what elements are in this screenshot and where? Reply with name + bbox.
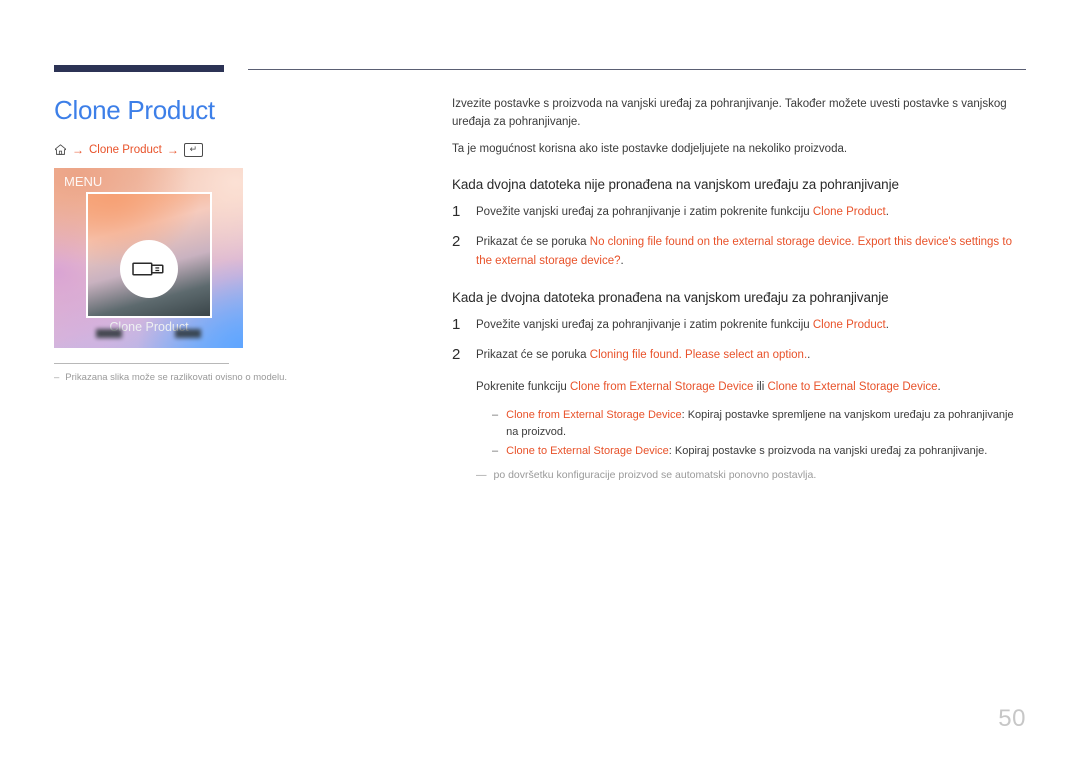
section-1-step-1: 1 Povežite vanjski uređaj za pohranjivan…: [452, 203, 1028, 222]
tail-note-dash: —: [476, 468, 487, 481]
page-title: Clone Product: [54, 95, 215, 125]
page-number: 50: [998, 705, 1026, 732]
step-text: Prikazat će se poruka Cloning file found…: [476, 346, 1028, 483]
thumbnail-stand-right: [175, 328, 201, 338]
sub-highlight-clone-from: Clone from External Storage Device: [569, 381, 754, 394]
section-1-heading: Kada dvojna datoteka nije pronađena na v…: [452, 177, 899, 193]
tail-note-text: po dovršetku konfiguracije proizvod se a…: [493, 468, 817, 481]
product-screen-thumbnail: MENU Clone Product: [54, 167, 243, 348]
left-column: Clone Product → Clone Product → ↵ MENU C: [54, 96, 414, 384]
usb-drive-icon: [120, 239, 178, 298]
sub-middle: ili: [753, 381, 768, 394]
step-number: 1: [452, 203, 461, 221]
step-suffix: .: [807, 349, 811, 362]
breadcrumb-arrow-1: →: [72, 142, 84, 157]
sub-highlight-clone-to: Clone to External Storage Device: [767, 381, 938, 394]
step-prefix: Prikazat će se poruka: [476, 349, 590, 362]
section-2-step-1: 1 Povežite vanjski uređaj za pohranjivan…: [452, 316, 1028, 335]
list-item: – Clone from External Storage Device: Ko…: [492, 407, 1028, 440]
step-prefix: Prikazat će se poruka: [476, 236, 590, 249]
step-suffix: .: [620, 255, 624, 268]
list-item: – Clone to External Storage Device: Kopi…: [492, 443, 1028, 460]
note-text: Prikazana slika može se razlikovati ovis…: [65, 371, 288, 383]
section-1-step-2: 2 Prikazat će se poruka No cloning file …: [452, 233, 1028, 271]
thumbnail-display-panel: Clone Product: [86, 191, 212, 334]
step-prefix: Povežite vanjski uređaj za pohranjivanje…: [476, 206, 813, 219]
step-highlight: Clone Product: [812, 206, 886, 219]
step-prefix: Povežite vanjski uređaj za pohranjivanje…: [476, 319, 813, 332]
step-number: 2: [452, 233, 461, 251]
step-highlight: Cloning file found. Please select an opt…: [589, 349, 808, 362]
sub-suffix: .: [937, 381, 941, 394]
header-divider-line: [248, 69, 1026, 70]
section-2-heading: Kada je dvojna datoteka pronađena na van…: [452, 290, 889, 306]
step-highlight: Clone Product: [812, 319, 886, 332]
bullet-dash: –: [492, 409, 499, 422]
image-disclaimer-note: – Prikazana slika može se razlikovati ov…: [54, 371, 414, 384]
section-2-sub-paragraph: Pokrenite funkciju Clone from External S…: [476, 378, 1028, 397]
step-number: 1: [452, 316, 461, 334]
section-2-tail-note: — po dovršetku konfiguracije proizvod se…: [476, 468, 1028, 483]
section-2-step-2: 2 Prikazat će se poruka Cloning file fou…: [452, 346, 1028, 483]
thumbnail-menu-label: MENU: [64, 173, 103, 189]
breadcrumb-item-clone-product[interactable]: Clone Product: [89, 144, 162, 156]
bullet-highlight: Clone to External Storage Device: [506, 445, 669, 458]
note-dash: –: [54, 371, 60, 383]
bullet-text: Clone to External Storage Device: Kopira…: [506, 443, 987, 460]
bullet-text: Clone from External Storage Device: Kopi…: [506, 407, 1028, 440]
step-text: Povežite vanjski uređaj za pohranjivanje…: [476, 203, 1028, 222]
bullet-description: : Kopiraj postavke s proizvoda na vanjsk…: [668, 445, 988, 458]
breadcrumb: → Clone Product → ↵: [54, 142, 414, 157]
bullet-dash: –: [492, 445, 499, 458]
section-2-bullet-list: – Clone from External Storage Device: Ko…: [492, 407, 1028, 460]
intro-paragraph-2: Ta je mogućnost korisna ako iste postavk…: [452, 142, 848, 155]
step-text: Prikazat će se poruka No cloning file fo…: [476, 233, 1028, 271]
step-suffix: .: [885, 319, 889, 332]
enter-key-icon: ↵: [183, 142, 203, 157]
breadcrumb-arrow-2: →: [166, 142, 179, 157]
sub-prefix: Pokrenite funkciju: [476, 381, 570, 394]
step-number: 2: [452, 346, 461, 364]
step-text: Povežite vanjski uređaj za pohranjivanje…: [476, 316, 1028, 335]
intro-paragraph-1: Izvezite postavke s proizvoda na vanjski…: [452, 98, 1007, 128]
header-accent-rule: [54, 65, 224, 72]
bullet-highlight: Clone from External Storage Device: [506, 409, 682, 422]
home-icon[interactable]: [54, 143, 67, 156]
step-suffix: .: [885, 206, 889, 219]
note-divider: [54, 362, 229, 364]
main-content: Izvezite postavke s proizvoda na vanjski…: [452, 96, 1028, 483]
thumbnail-stand-left: [96, 328, 122, 338]
